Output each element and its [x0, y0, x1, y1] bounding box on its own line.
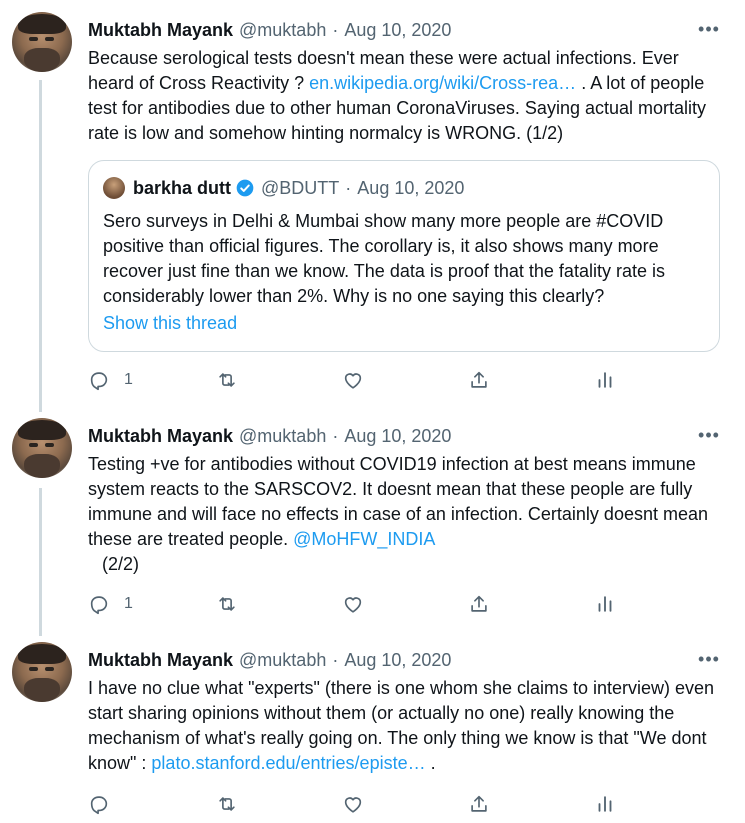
tweet[interactable]: Muktabh Mayank @muktabh · Aug 10, 2020 •… — [0, 642, 745, 822]
reply-count: 1 — [124, 371, 133, 388]
tweet-date[interactable]: Aug 10, 2020 — [344, 426, 451, 447]
retweet-button[interactable] — [216, 592, 238, 616]
share-icon — [471, 371, 487, 388]
tweet[interactable]: Muktabh Mayank @muktabh · Aug 10, 2020 •… — [0, 12, 745, 402]
more-options-icon[interactable]: ••• — [697, 650, 721, 674]
share-button[interactable] — [468, 368, 490, 392]
share-button[interactable] — [468, 592, 490, 616]
retweet-icon — [219, 597, 235, 611]
separator-dot: · — [345, 177, 352, 198]
analytics-icon — [598, 796, 612, 812]
tweet-text-part: . — [425, 753, 436, 773]
retweet-icon — [219, 797, 235, 811]
like-button[interactable] — [342, 792, 364, 816]
share-button[interactable] — [468, 792, 490, 816]
like-button[interactable] — [342, 592, 364, 616]
tweet-text-part: (2/2) — [102, 554, 140, 574]
retweet-button[interactable] — [216, 368, 238, 392]
quoted-tweet-header: barkha dutt @BDUTT · Aug 10, 2020 — [103, 177, 464, 199]
quoted-author-handle: @BDUTT — [261, 177, 340, 198]
reply-button[interactable]: 1 — [88, 368, 133, 392]
analytics-button[interactable] — [594, 792, 616, 816]
reply-icon — [90, 372, 108, 391]
tweet-link[interactable]: plato.stanford.edu/entries/episte… — [151, 753, 425, 773]
reply-button[interactable] — [88, 792, 124, 816]
author-name[interactable]: Muktabh Mayank — [88, 650, 233, 671]
quoted-author-name: barkha dutt — [133, 177, 232, 198]
analytics-icon — [598, 596, 612, 612]
separator-dot: · — [332, 426, 339, 446]
tweet-text: Because serological tests doesn't mean t… — [88, 46, 728, 146]
quoted-tweet[interactable]: barkha dutt @BDUTT · Aug 10, 2020 Sero s… — [88, 160, 720, 352]
author-name[interactable]: Muktabh Mayank — [88, 20, 233, 41]
tweet-actions — [88, 792, 628, 816]
like-button[interactable] — [342, 368, 364, 392]
retweet-icon — [219, 373, 235, 387]
reply-icon — [90, 796, 108, 815]
avatar[interactable] — [12, 12, 72, 72]
tweet-header: Muktabh Mayank @muktabh · Aug 10, 2020 — [88, 650, 451, 674]
reply-button[interactable]: 1 — [88, 592, 133, 616]
avatar[interactable] — [12, 642, 72, 702]
show-thread-link[interactable]: Show this thread — [103, 313, 237, 334]
quoted-tweet-date: Aug 10, 2020 — [357, 177, 465, 198]
share-icon — [471, 795, 487, 812]
heart-icon — [344, 373, 362, 389]
more-options-icon[interactable]: ••• — [697, 426, 721, 450]
verified-badge-icon — [236, 179, 254, 197]
author-handle[interactable]: @muktabh — [239, 650, 326, 671]
quoted-tweet-text: Sero surveys in Delhi & Mumbai show many… — [103, 211, 665, 306]
reply-count: 1 — [124, 595, 133, 612]
heart-icon — [344, 797, 362, 813]
avatar[interactable] — [12, 418, 72, 478]
author-handle[interactable]: @muktabh — [239, 426, 326, 447]
tweet[interactable]: Muktabh Mayank @muktabh · Aug 10, 2020 •… — [0, 418, 745, 624]
tweet-link[interactable]: en.wikipedia.org/wiki/Cross-rea… — [309, 73, 576, 93]
tweet-text: Testing +ve for antibodies without COVID… — [88, 452, 728, 577]
tweet-actions: 1 — [88, 368, 628, 392]
more-options-icon[interactable]: ••• — [697, 20, 721, 44]
separator-dot: · — [332, 650, 339, 670]
analytics-button[interactable] — [594, 592, 616, 616]
tweet-header: Muktabh Mayank @muktabh · Aug 10, 2020 — [88, 426, 451, 450]
share-icon — [471, 595, 487, 612]
tweet-date[interactable]: Aug 10, 2020 — [344, 650, 451, 671]
heart-icon — [344, 597, 362, 613]
tweet-date[interactable]: Aug 10, 2020 — [344, 20, 451, 41]
separator-dot: · — [332, 20, 339, 40]
tweet-text: I have no clue what "experts" (there is … — [88, 676, 728, 776]
mention-link[interactable]: @MoHFW_INDIA — [293, 529, 435, 549]
reply-icon — [90, 596, 108, 615]
quoted-avatar — [103, 177, 125, 199]
analytics-icon — [598, 372, 612, 388]
author-name[interactable]: Muktabh Mayank — [88, 426, 233, 447]
tweet-header: Muktabh Mayank @muktabh · Aug 10, 2020 — [88, 20, 451, 44]
tweet-actions: 1 — [88, 592, 628, 616]
author-handle[interactable]: @muktabh — [239, 20, 326, 41]
retweet-button[interactable] — [216, 792, 238, 816]
analytics-button[interactable] — [594, 368, 616, 392]
